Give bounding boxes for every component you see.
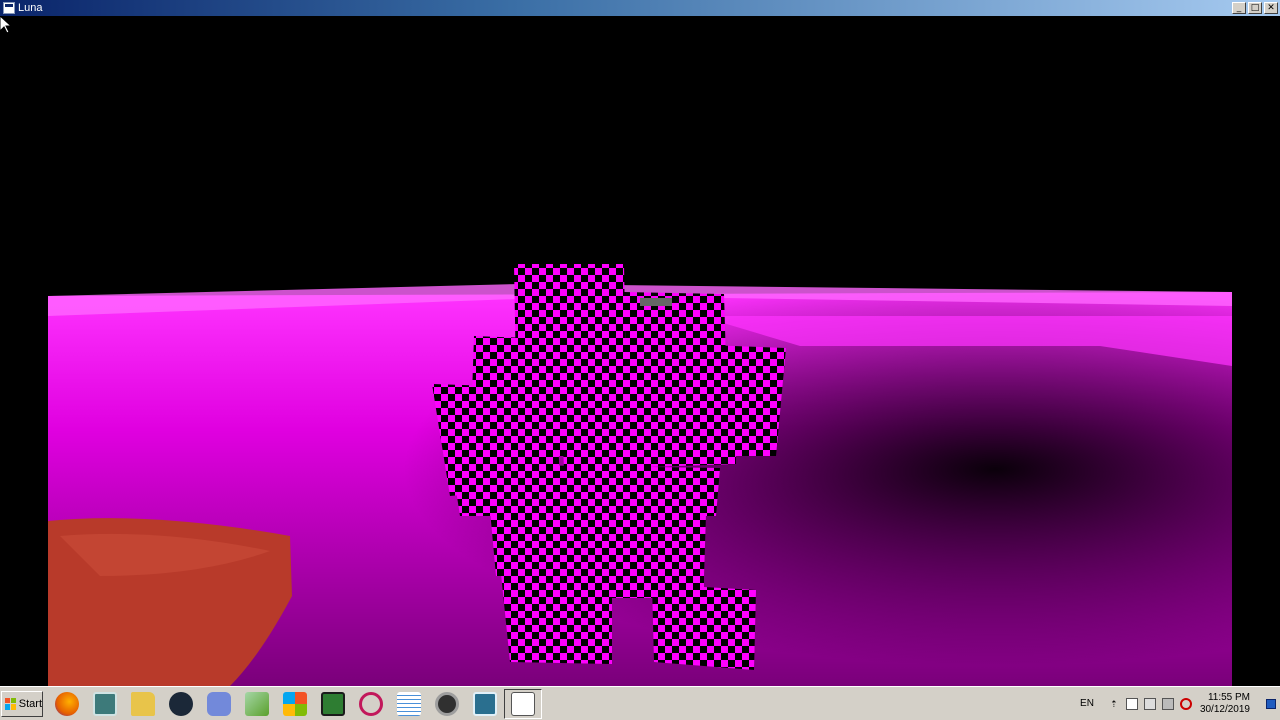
taskbar: Start EN ⇡ 11:55 PM 30/12/2019 [0,686,1280,720]
maximize-button[interactable]: □ [1248,2,1262,14]
tray-network-icon[interactable] [1143,697,1156,710]
clock-time: 11:55 PM [1207,691,1250,703]
tray-volume-muted-icon[interactable] [1179,697,1192,710]
window-app-icon[interactable] [86,689,124,719]
editor-icon[interactable] [238,689,276,719]
start-button[interactable]: Start [1,690,43,717]
scene-render [48,264,1232,686]
quick-launch [48,688,542,719]
close-button[interactable]: ✕ [1264,2,1278,14]
system-tray: EN ⇡ 11:55 PM 30/12/2019 [1080,687,1280,720]
app-icon [3,2,15,14]
window-titlebar[interactable]: Luna _ □ ✕ [0,0,1280,16]
folder-icon[interactable] [124,689,162,719]
window-controls: _ □ ✕ [1232,2,1278,14]
tray-arrow-icon[interactable]: ⇡ [1108,698,1120,710]
calculator-icon[interactable] [504,688,542,719]
language-indicator[interactable]: EN [1080,698,1094,709]
tray-icons: ⇡ [1108,697,1192,710]
tray-clock[interactable]: 11:55 PM 30/12/2019 [1200,692,1250,716]
show-desktop-icon[interactable] [1266,698,1276,709]
discord-icon[interactable] [200,689,238,719]
notes-icon[interactable] [390,689,428,719]
game-viewport[interactable] [0,16,1280,686]
window-app-2-icon[interactable] [466,689,504,719]
search-app-icon[interactable] [352,689,390,719]
windows-logo-icon [5,697,16,710]
tray-monitor-icon[interactable] [1161,697,1174,710]
mouse-cursor-icon [0,16,12,34]
start-label: Start [18,697,42,710]
obs-icon[interactable] [428,689,466,719]
minimize-button[interactable]: _ [1232,2,1246,14]
window-title: Luna [18,2,43,14]
tray-device-icon[interactable] [1125,697,1138,710]
terminal-icon[interactable] [314,689,352,719]
windows-flag-icon[interactable] [276,689,314,719]
steam-icon[interactable] [162,689,200,719]
clock-date: 30/12/2019 [1199,703,1250,715]
firefox-icon[interactable] [48,689,86,719]
